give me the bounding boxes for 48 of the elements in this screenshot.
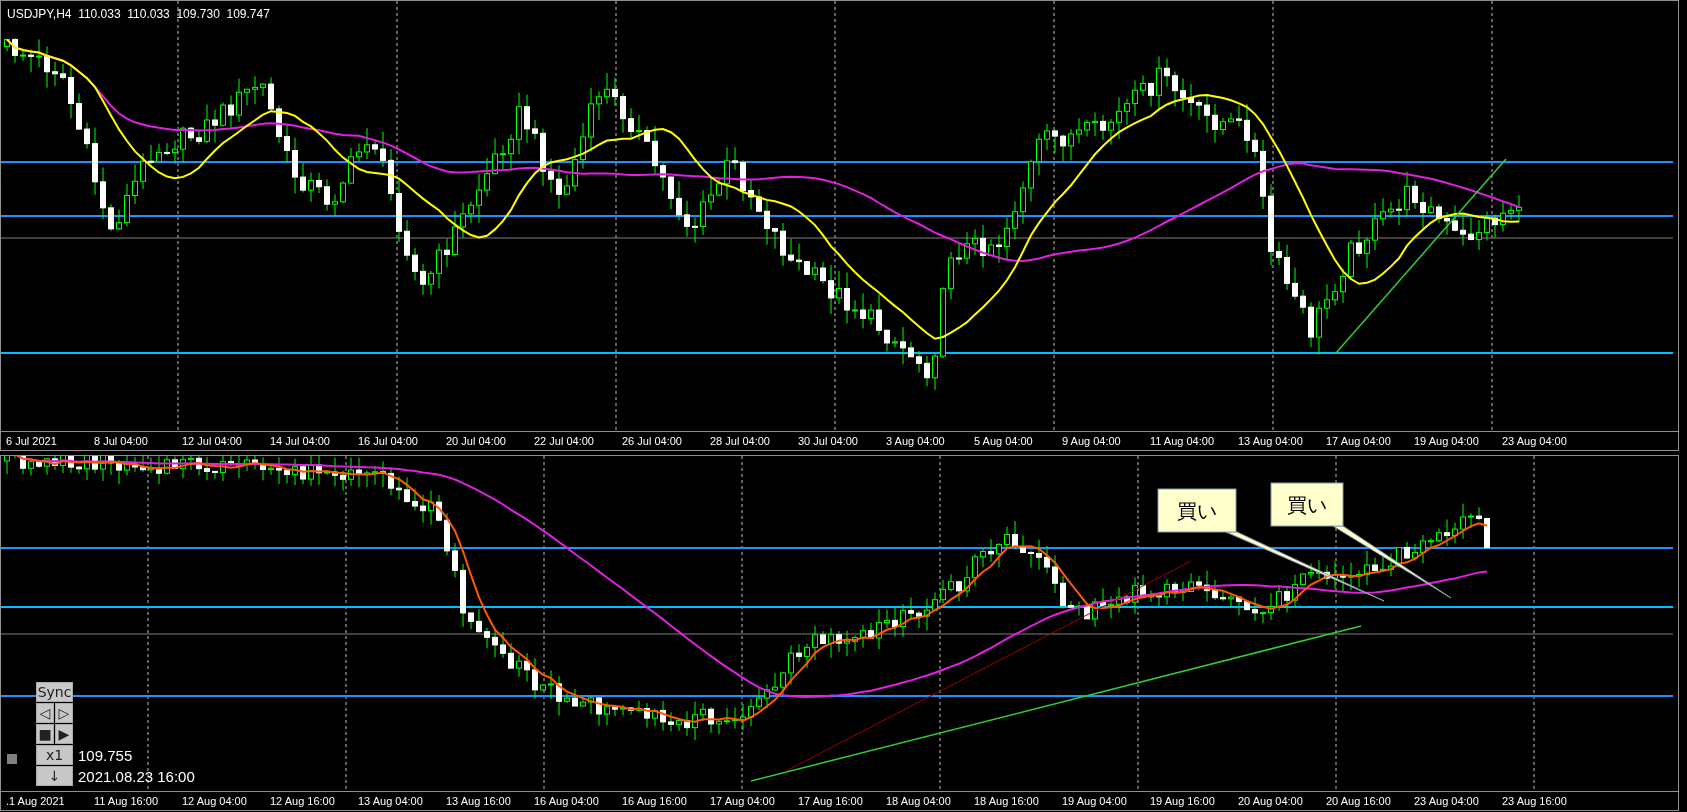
time-axis-label: 16 Jul 04:00 [358, 434, 419, 449]
stop-button[interactable]: ■ [36, 724, 54, 744]
time-axis-label: 17 Aug 04:00 [1326, 434, 1392, 449]
time-axis-label: 17 Aug 04:00 [710, 794, 776, 809]
time-axis-label: 22 Jul 04:00 [534, 434, 595, 449]
step-back-button[interactable]: ◁ [36, 703, 54, 723]
time-axis-label: 11 Aug 16:00 [94, 794, 160, 809]
time-axis-label: 18 Aug 04:00 [886, 794, 952, 809]
speed-button[interactable]: x1 [36, 745, 73, 765]
time-axis-label: 17 Aug 16:00 [798, 794, 864, 809]
time-axis-label: 16 Aug 16:00 [622, 794, 688, 809]
time-axis-label: 20 Jul 04:00 [446, 434, 507, 449]
time-axis-label: .1 Aug 2021 [6, 794, 66, 809]
time-axis-label: 3 Aug 04:00 [886, 434, 946, 449]
time-axis-label: 23 Aug 16:00 [1502, 794, 1568, 809]
time-axis-label: 11 Aug 04:00 [1150, 434, 1216, 449]
step-forward-button[interactable]: ▷ [55, 703, 73, 723]
time-axis-label: 26 Jul 04:00 [622, 434, 683, 449]
time-axis-label: 18 Aug 16:00 [974, 794, 1040, 809]
time-axis-label: 6 Jul 2021 [6, 434, 58, 449]
down-button[interactable]: ↓ [36, 766, 73, 786]
time-axis-label: 20 Aug 04:00 [1238, 794, 1304, 809]
time-axis-label: 12 Aug 04:00 [182, 794, 248, 809]
time-axis-label: 20 Aug 16:00 [1326, 794, 1392, 809]
time-axis-label: 19 Aug 16:00 [1150, 794, 1216, 809]
price-readout: 109.755 [78, 746, 133, 764]
time-axis-label: 16 Aug 04:00 [534, 794, 600, 809]
time-axis-label: 9 Aug 04:00 [1062, 434, 1122, 449]
time-axis-label: 12 Aug 16:00 [270, 794, 336, 809]
time-axis-label: 19 Aug 04:00 [1062, 794, 1128, 809]
time-axis-label: 19 Aug 04:00 [1414, 434, 1480, 449]
time-axis-label: 23 Aug 04:00 [1502, 434, 1568, 449]
sync-button[interactable]: Sync [36, 682, 73, 702]
play-button[interactable]: ▶ [55, 724, 73, 744]
time-axis-label: 12 Jul 04:00 [182, 434, 243, 449]
time-axis-label: 13 Aug 16:00 [446, 794, 512, 809]
time-axis-label: 5 Aug 04:00 [974, 434, 1034, 449]
callout-text: 買い [1287, 493, 1327, 517]
time-axis-label: 13 Aug 04:00 [358, 794, 424, 809]
time-axis-label: 23 Aug 04:00 [1414, 794, 1480, 809]
time-axis-label: 13 Aug 04:00 [1238, 434, 1304, 449]
datetime-readout: 2021.08.23 16:00 [78, 767, 195, 785]
time-axis-label: 30 Jul 04:00 [798, 434, 859, 449]
chart-title: USDJPY,H4 110.033 110.033 109.730 109.747 [7, 7, 270, 21]
time-axis-label: 28 Jul 04:00 [710, 434, 771, 449]
time-axis-label: 8 Jul 04:00 [94, 434, 149, 449]
callout-text: 買い [1177, 499, 1217, 523]
time-axis-label: 14 Jul 04:00 [270, 434, 331, 449]
